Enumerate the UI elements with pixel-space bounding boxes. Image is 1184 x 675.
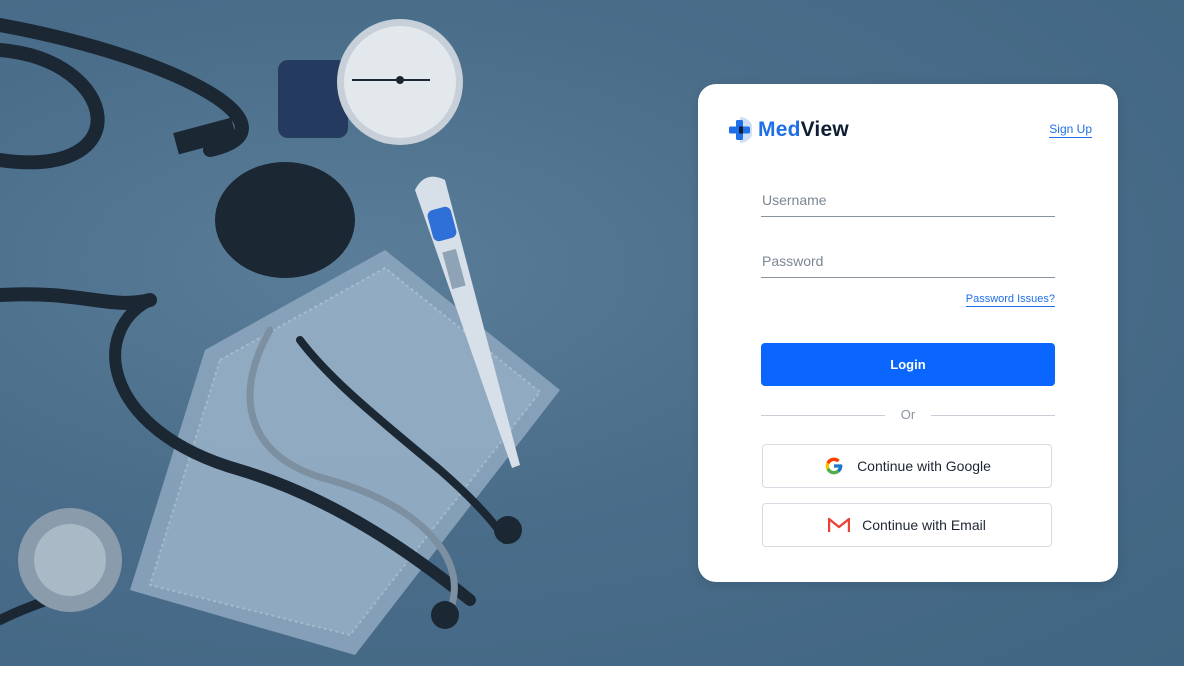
google-button-label: Continue with Google: [857, 458, 991, 474]
password-input[interactable]: [761, 253, 1056, 277]
blood-pressure-gauge-icon: [278, 19, 463, 145]
brand-name-part1: Med: [758, 118, 801, 141]
brand-name: MedView: [758, 118, 849, 142]
pressure-bulb-icon: [215, 162, 355, 278]
or-divider: Or: [761, 407, 1055, 423]
brand-logo: MedView: [728, 116, 849, 144]
divider-line-right: [931, 415, 1055, 416]
username-field: [761, 192, 1056, 217]
login-button[interactable]: Login: [761, 343, 1055, 386]
signup-link[interactable]: Sign Up: [1049, 122, 1092, 138]
password-field: [761, 253, 1056, 278]
brand-name-part2: View: [800, 118, 849, 141]
login-card: MedView Sign Up Password Issues? Login O…: [698, 84, 1118, 582]
gmail-icon: [828, 514, 851, 536]
password-issues-link[interactable]: Password Issues?: [965, 293, 1055, 307]
email-button-label: Continue with Email: [862, 517, 986, 533]
continue-with-google-button[interactable]: Continue with Google: [762, 444, 1052, 488]
medical-cross-icon: [728, 116, 753, 144]
username-input[interactable]: [761, 192, 1056, 216]
continue-with-email-button[interactable]: Continue with Email: [762, 503, 1052, 547]
google-icon: [823, 455, 845, 477]
